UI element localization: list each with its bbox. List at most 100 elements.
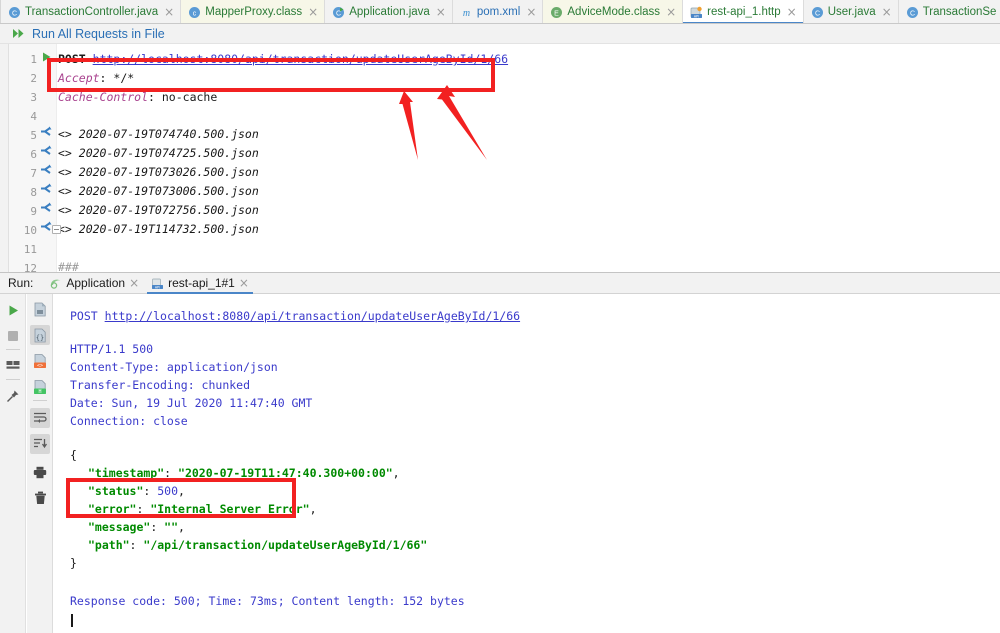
code-line-header-cachecontrol[interactable]: Cache-Control: no-cache	[58, 88, 217, 107]
json-braces-icon[interactable]: {}	[30, 325, 50, 345]
convert-request-icon[interactable]	[39, 201, 53, 220]
close-icon[interactable]: ×	[164, 6, 174, 18]
editor-tab-bar[interactable]: C TransactionController.java × c MapperP…	[0, 0, 1000, 24]
close-icon[interactable]: ×	[436, 6, 446, 18]
run-request-icon[interactable]	[41, 50, 55, 69]
request-url[interactable]: http://localhost:8080/api/transaction/up…	[93, 52, 508, 66]
soft-wrap-icon[interactable]	[30, 408, 50, 428]
printer-icon[interactable]	[30, 462, 50, 482]
editor-tab-rest-api-http[interactable]: API rest-api_1.http ×	[683, 0, 804, 23]
close-icon[interactable]: ×	[666, 6, 676, 18]
convert-request-icon[interactable]	[39, 182, 53, 201]
code-line-response-ref[interactable]: <> 2020-07-19T114732.500.json	[58, 220, 259, 239]
spring-boot-icon	[49, 277, 62, 290]
close-icon[interactable]: ×	[129, 276, 139, 290]
editor-tab-pom[interactable]: m pom.xml ×	[452, 0, 544, 23]
json-comma: ,	[309, 502, 317, 516]
close-icon[interactable]: ×	[882, 6, 892, 18]
line-number: 1	[30, 53, 37, 66]
svg-text:API: API	[155, 285, 160, 289]
html-file-icon[interactable]: H	[30, 377, 50, 397]
run-tab-application[interactable]: Application ×	[43, 272, 145, 294]
code-line-response-ref[interactable]: <> 2020-07-19T073026.500.json	[58, 163, 259, 182]
line-number: 4	[30, 110, 37, 123]
http-request-icon: API	[690, 6, 703, 19]
console-caret	[71, 614, 73, 627]
run-tab-label: Application	[66, 276, 126, 290]
run-all-requests-bar[interactable]: Run All Requests in File	[0, 24, 1000, 44]
console-header-line: Date: Sun, 19 Jul 2020 11:47:40 GMT	[70, 396, 313, 410]
close-icon[interactable]: ×	[239, 276, 249, 290]
toolbar-divider	[33, 400, 47, 401]
run-toolbar-primary[interactable]	[0, 294, 26, 633]
code-line-header-accept[interactable]: Accept: */*	[58, 69, 134, 88]
json-separator: :	[129, 538, 144, 552]
editor-tab-advicemode[interactable]: E AdviceMode.class ×	[543, 0, 684, 23]
editor-tab-label: AdviceMode.class	[567, 6, 661, 18]
console-output[interactable]: POST http://localhost:8080/api/transacti…	[56, 294, 1000, 633]
editor-tab-application[interactable]: C Application.java ×	[325, 0, 453, 23]
rerun-button[interactable]	[3, 300, 23, 320]
request-url[interactable]: http://localhost:8080/api/transaction/up…	[105, 309, 520, 323]
editor-tab-label: rest-api_1.http	[707, 6, 781, 18]
svg-text:C: C	[910, 10, 915, 17]
console-header-line: Content-Type: application/json	[70, 360, 278, 374]
xml-file-icon[interactable]: <>	[30, 351, 50, 371]
code-line-response-ref[interactable]: <> 2020-07-19T074740.500.json	[58, 125, 259, 144]
close-icon[interactable]: ×	[308, 6, 318, 18]
run-tab-label: rest-api_1#1	[168, 276, 235, 290]
scroll-end-icon[interactable]	[30, 434, 50, 454]
close-icon[interactable]: ×	[787, 6, 797, 18]
run-tool-window-header[interactable]: Run: Application × API rest-api_1#1 ×	[0, 272, 1000, 294]
convert-request-icon[interactable]	[39, 163, 53, 182]
editor-gutter[interactable]: 1 2 3 4 5 6 7 8 9 10 11 12 13	[9, 44, 57, 294]
convert-request-icon[interactable]	[39, 125, 53, 144]
code-text-area[interactable]: POST http://localhost:8080/api/transacti…	[52, 44, 1000, 274]
code-line-response-ref[interactable]: <> 2020-07-19T073006.500.json	[58, 182, 259, 201]
run-all-double-arrow-icon[interactable]	[12, 28, 26, 39]
svg-text:<>: <>	[37, 363, 43, 369]
json-key: "timestamp"	[88, 466, 165, 480]
run-toolbar-secondary[interactable]: {} <> H	[27, 294, 53, 633]
editor-tab-transactioncontroller[interactable]: C TransactionController.java ×	[1, 0, 182, 23]
code-line-response-ref[interactable]: <> 2020-07-19T074725.500.json	[58, 144, 259, 163]
convert-request-icon[interactable]	[39, 144, 53, 163]
close-icon[interactable]: ×	[526, 6, 536, 18]
svg-text:E: E	[555, 10, 560, 17]
convert-request-icon[interactable]	[39, 220, 53, 239]
layout-button[interactable]	[3, 356, 23, 376]
json-separator: :	[143, 484, 158, 498]
console-header-line: Connection: close	[70, 414, 188, 428]
code-line-request[interactable]: POST http://localhost:8080/api/transacti…	[58, 50, 508, 69]
svg-text:m: m	[463, 8, 470, 19]
json-key: "status"	[88, 484, 144, 498]
editor-tab-mapperproxy[interactable]: c MapperProxy.class ×	[181, 0, 326, 23]
svg-text:C: C	[815, 10, 820, 17]
line-number: 7	[30, 167, 37, 180]
console-summary-line: Response code: 500; Time: 73ms; Content …	[70, 594, 465, 608]
trash-icon[interactable]	[30, 488, 50, 508]
console-json-field-message: "message": "",	[88, 518, 185, 536]
svg-text:C: C	[336, 10, 341, 17]
editor-tab-user[interactable]: C User.java ×	[803, 0, 899, 23]
pin-icon[interactable]	[3, 386, 23, 406]
fold-marker-icon[interactable]	[52, 225, 61, 234]
svg-text:H: H	[38, 389, 41, 395]
http-request-icon: API	[151, 277, 164, 290]
line-number: 8	[30, 186, 37, 199]
json-comma: ,	[178, 520, 185, 534]
save-file-icon[interactable]	[30, 299, 50, 319]
code-line-response-ref[interactable]: <> 2020-07-19T072756.500.json	[58, 201, 259, 220]
header-name: Accept	[58, 71, 100, 85]
stop-button[interactable]	[3, 326, 23, 346]
editor-left-strip	[0, 44, 9, 272]
http-method: POST	[58, 52, 86, 66]
editor-tab-transactionservice[interactable]: C TransactionSe	[898, 0, 1000, 23]
response-file-ref: <> 2020-07-19T072756.500.json	[58, 203, 259, 217]
line-number: 3	[30, 91, 37, 104]
java-class-icon: C	[906, 6, 919, 19]
svg-text:{}: {}	[36, 334, 44, 342]
run-tab-rest-api[interactable]: API rest-api_1#1 ×	[145, 272, 255, 294]
editor-tab-label: TransactionSe	[922, 6, 997, 18]
run-all-requests-label[interactable]: Run All Requests in File	[32, 27, 165, 41]
